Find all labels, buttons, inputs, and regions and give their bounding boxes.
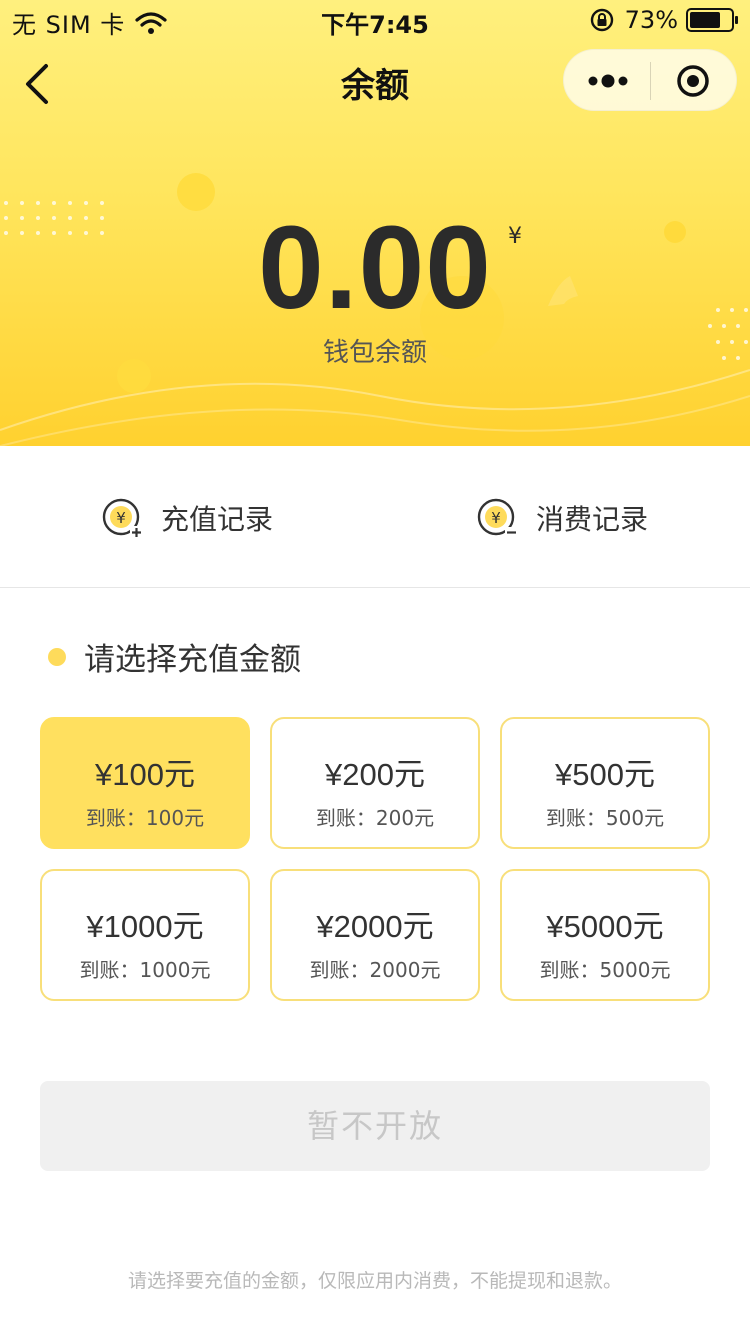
rotation-lock-icon xyxy=(590,8,613,32)
section-title: 请选择充值金额 xyxy=(84,642,301,678)
target-icon[interactable] xyxy=(676,64,710,98)
notice-text: 请选择要充值的金额，仅限应用内消费，不能提现和退款。 xyxy=(127,1270,622,1292)
capsule-divider xyxy=(650,62,651,100)
amount-price: ¥200元 xyxy=(325,757,425,792)
svg-text:¥: ¥ xyxy=(491,509,501,527)
amount-arrive: 到账：1000元 xyxy=(79,958,211,982)
amount-price: ¥2000元 xyxy=(316,909,434,944)
amount-arrive: 到账：100元 xyxy=(85,806,205,830)
yen-minus-icon: ¥ xyxy=(477,498,518,537)
amount-arrive: 到账：200元 xyxy=(315,806,435,830)
consume-record-button[interactable]: ¥ 消费记录 xyxy=(476,498,648,538)
section-dot-icon xyxy=(48,647,66,666)
more-dots-icon[interactable] xyxy=(586,66,630,96)
recharge-record-label: 充值记录 xyxy=(161,503,274,536)
amount-option-500[interactable]: ¥500元 到账：500元 xyxy=(500,717,710,849)
amount-price: ¥1000元 xyxy=(86,909,204,944)
balance-currency: ¥ xyxy=(508,224,522,249)
amount-option-1000[interactable]: ¥1000元 到账：1000元 xyxy=(40,869,250,1001)
amount-option-5000[interactable]: ¥5000元 到账：5000元 xyxy=(500,869,710,1001)
svg-text:¥: ¥ xyxy=(116,509,126,527)
recharge-record-button[interactable]: ¥ 充值记录 xyxy=(101,498,274,539)
amount-option-2000[interactable]: ¥2000元 到账：2000元 xyxy=(270,869,480,1001)
amount-arrive: 到账：500元 xyxy=(545,806,665,830)
records-row: ¥ 充值记录 ¥ 消费记录 xyxy=(0,446,750,588)
amount-arrive: 到账：2000元 xyxy=(309,958,441,982)
consume-record-label: 消费记录 xyxy=(536,503,649,536)
amount-arrive: 到账：5000元 xyxy=(539,958,671,982)
amount-price: ¥500元 xyxy=(555,757,655,792)
balance-amount: 0.00 xyxy=(258,202,492,334)
submit-button[interactable]: 暂不开放 xyxy=(40,1081,710,1171)
mini-program-capsule xyxy=(563,49,737,111)
status-bar: 无 SIM 卡 下午7:45 73% xyxy=(0,0,750,40)
amount-price: ¥100元 xyxy=(95,757,195,792)
balance-label: 钱包余额 xyxy=(322,338,427,368)
amount-option-200[interactable]: ¥200元 到账：200元 xyxy=(270,717,480,849)
wallet-header: 无 SIM 卡 下午7:45 73% 余额 0.00 ¥ 钱包余额 xyxy=(0,0,750,446)
yen-plus-icon: ¥ xyxy=(102,498,143,539)
section-header: 请选择充值金额 xyxy=(48,634,301,679)
battery-percent: 73% xyxy=(624,6,678,34)
amount-price: ¥5000元 xyxy=(546,909,664,944)
battery-icon xyxy=(686,8,738,32)
amount-option-100[interactable]: ¥100元 到账：100元 xyxy=(40,717,250,849)
